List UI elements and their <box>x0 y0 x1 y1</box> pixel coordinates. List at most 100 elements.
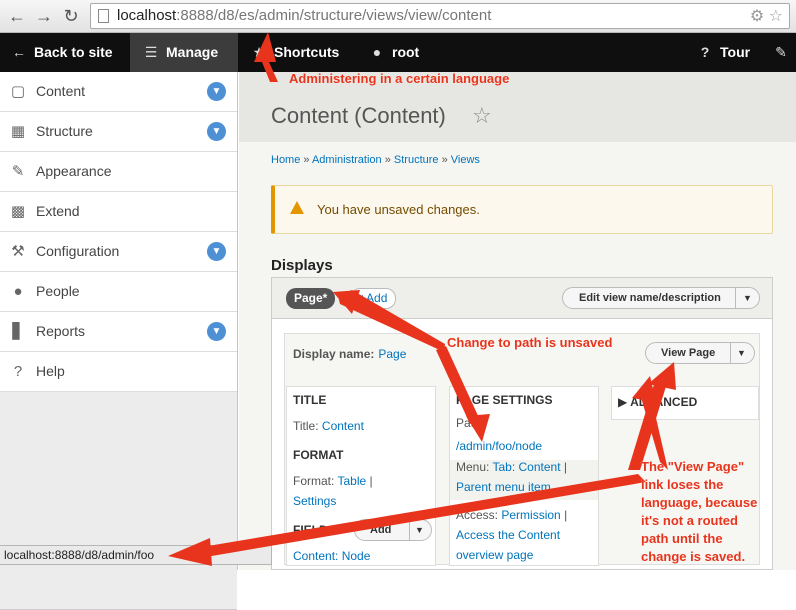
tab-page[interactable]: Page* <box>286 288 336 309</box>
warning-text: You have unsaved changes. <box>317 202 480 217</box>
question-icon: ? <box>700 44 710 60</box>
shortcuts-tab[interactable]: ★ Shortcuts <box>250 33 340 72</box>
browser-url-bar: ← → ↻ localhost:8888/d8/es/admin/structu… <box>0 0 796 33</box>
chevron-down-icon[interactable]: ▼ <box>737 343 746 363</box>
sidebar-item-structure[interactable]: ▦ Structure ▼ <box>0 112 237 152</box>
title-link[interactable]: Content <box>322 419 364 433</box>
sidebar-item-people[interactable]: ● People <box>0 272 237 312</box>
reload-icon[interactable]: ↻ <box>60 5 82 27</box>
back-to-site-link[interactable]: ← Back to site <box>10 33 113 72</box>
access-detail-link-2[interactable]: overview page <box>456 548 533 562</box>
bookmark-star-icon[interactable]: ⚙ ☆ <box>750 6 783 26</box>
user-tab[interactable]: ● root <box>368 33 419 72</box>
fields-add-dropbutton[interactable]: Add ▼ <box>354 519 432 541</box>
people-icon: ● <box>13 283 23 300</box>
shortcut-star-icon[interactable]: ☆ <box>472 103 492 129</box>
sidebar-item-label: Extend <box>36 203 80 219</box>
breadcrumb-home[interactable]: Home <box>271 154 300 166</box>
structure-icon: ▦ <box>10 123 26 140</box>
access-detail-row-2: overview page <box>456 548 533 562</box>
chevron-down-icon[interactable]: ▼ <box>207 82 226 101</box>
sidebar-item-label: Reports <box>36 323 86 339</box>
forward-arrow-icon[interactable]: → <box>33 5 55 27</box>
path-link[interactable]: /admin/foo/node <box>456 439 542 453</box>
user-icon: ● <box>372 44 382 60</box>
annotation-language: Administering in a certain language <box>289 71 510 86</box>
parent-menu-link[interactable]: Parent menu item <box>456 480 551 494</box>
divider <box>730 343 731 363</box>
display-tabs-bar: Page* +Add Edit view name/description ▼ <box>272 278 772 319</box>
parent-menu-row: Parent menu item <box>456 480 551 494</box>
add-display-button[interactable]: +Add <box>350 288 397 309</box>
view-page-dropbutton[interactable]: View Page ▼ <box>645 342 755 364</box>
warning-icon <box>290 201 304 214</box>
annotation-view-page-note: The "View Page" link loses the language,… <box>641 459 758 564</box>
sidebar-item-configuration[interactable]: ⚒ Configuration ▼ <box>0 232 237 272</box>
help-icon: ? <box>13 363 23 380</box>
browser-status-bar: localhost:8888/d8/admin/foo <box>0 545 272 565</box>
sidebar-item-help[interactable]: ? Help <box>0 352 237 392</box>
menu-link[interactable]: Tab: Content <box>492 460 560 474</box>
sidebar-empty-area <box>0 392 237 610</box>
column-advanced[interactable]: ▶ ADVANCED <box>611 386 759 420</box>
triangle-right-icon: ▶ <box>618 395 628 409</box>
chevron-down-icon[interactable]: ▼ <box>743 288 752 308</box>
configuration-icon: ⚒ <box>11 243 25 260</box>
access-detail-row: Access the Content <box>456 528 560 542</box>
breadcrumb-views[interactable]: Views <box>451 154 480 166</box>
hamburger-icon: ☰ <box>144 44 158 60</box>
sidebar-item-label: Structure <box>36 123 93 139</box>
tour-button[interactable]: ? Tour <box>696 33 750 72</box>
page-settings-heading: PAGE SETTINGS <box>456 393 553 407</box>
column-title-format-fields: TITLE Title: Content FORMAT Format: Tabl… <box>286 386 436 566</box>
sidebar-item-extend[interactable]: ▩ Extend <box>0 192 237 232</box>
sidebar-item-label: Content <box>36 83 86 99</box>
access-row: Access: Permission | <box>456 508 568 522</box>
annotation-path-unsaved: Change to path is unsaved <box>447 335 613 350</box>
field-content-node-link[interactable]: Content: Node <box>293 549 370 563</box>
format-heading: FORMAT <box>293 448 344 462</box>
display-name-label: Display name: <box>293 347 375 361</box>
sidebar-item-appearance[interactable]: ✎ Appearance <box>0 152 237 192</box>
extend-icon: ▩ <box>10 203 26 220</box>
sidebar-item-content[interactable]: ▢ Content ▼ <box>0 72 237 112</box>
format-settings-link[interactable]: Settings <box>293 494 336 508</box>
fields-heading: FIELDS <box>293 523 336 537</box>
admin-sidebar: ▢ Content ▼ ▦ Structure ▼ ✎ Appearance ▩… <box>0 72 238 610</box>
sidebar-item-label: People <box>36 283 80 299</box>
breadcrumb-structure[interactable]: Structure <box>394 154 439 166</box>
content-icon: ▢ <box>10 83 26 100</box>
access-detail-link[interactable]: Access the Content <box>456 528 560 542</box>
manage-tab[interactable]: ☰ Manage <box>130 33 238 72</box>
chevron-down-icon[interactable]: ▼ <box>207 122 226 141</box>
pencil-icon[interactable]: ✎ <box>766 33 796 72</box>
display-name-row: Display name: Page <box>293 347 406 361</box>
path-label: Path: <box>456 416 485 430</box>
url-text: localhost:8888/d8/es/admin/structure/vie… <box>117 7 492 24</box>
sidebar-item-reports[interactable]: ▋ Reports ▼ <box>0 312 237 352</box>
warning-message: You have unsaved changes. <box>271 185 773 234</box>
breadcrumb-administration[interactable]: Administration <box>312 154 382 166</box>
edit-view-label: Edit view name/description <box>579 292 721 304</box>
chevron-down-icon[interactable]: ▼ <box>415 520 424 540</box>
page-title: Content (Content) <box>271 103 446 128</box>
access-link[interactable]: Permission <box>501 508 560 522</box>
appearance-icon: ✎ <box>11 163 25 180</box>
column-page-settings: PAGE SETTINGS Path: /admin/foo/node Menu… <box>449 386 599 566</box>
display-name-link[interactable]: Page <box>378 347 406 361</box>
fields-add-label: Add <box>370 524 392 536</box>
format-link[interactable]: Table <box>337 474 366 488</box>
edit-view-dropbutton[interactable]: Edit view name/description ▼ <box>562 287 760 309</box>
sidebar-item-label: Configuration <box>36 243 120 259</box>
back-arrow-icon[interactable]: ← <box>6 5 28 27</box>
advanced-heading[interactable]: ▶ ADVANCED <box>618 395 697 409</box>
chevron-down-icon[interactable]: ▼ <box>207 242 226 261</box>
path-row: /admin/foo/node <box>456 439 542 453</box>
address-bar[interactable]: localhost:8888/d8/es/admin/structure/vie… <box>90 3 790 29</box>
field-item: Content: Node <box>293 549 370 563</box>
chevron-down-icon[interactable]: ▼ <box>207 322 226 341</box>
star-icon: ★ <box>252 44 266 60</box>
back-arrow-icon: ← <box>12 44 26 60</box>
format-settings-row: Settings <box>293 494 336 508</box>
title-row: Title: Content <box>293 419 364 433</box>
